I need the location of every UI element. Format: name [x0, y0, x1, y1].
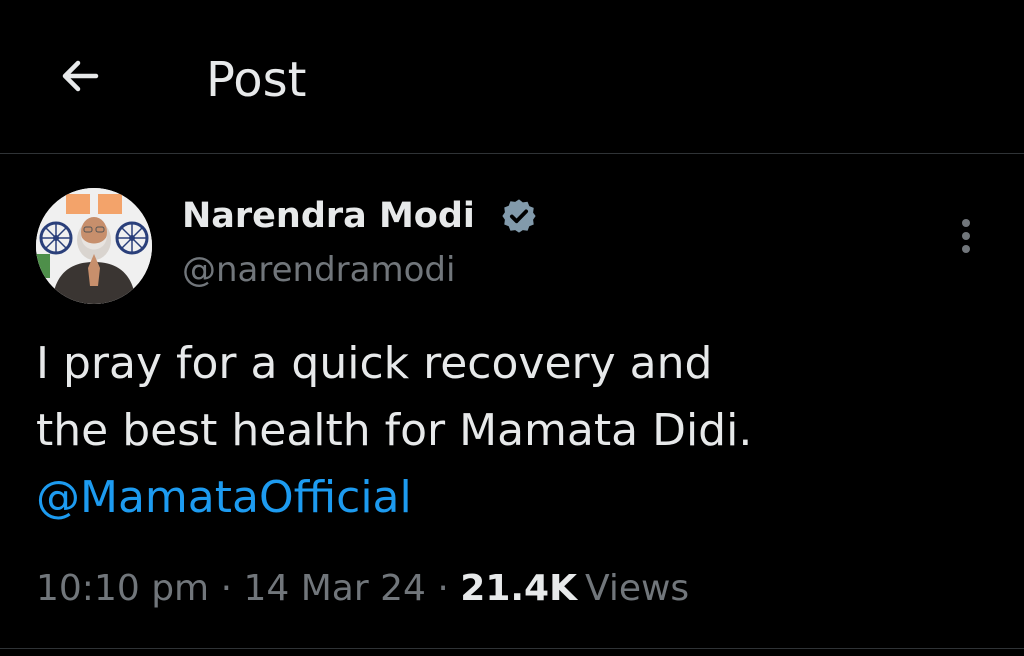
- more-vertical-icon: [962, 245, 970, 253]
- post-text: I pray for a quick recovery and the best…: [36, 330, 996, 531]
- avatar[interactable]: [36, 188, 152, 304]
- more-vertical-icon: [962, 219, 970, 227]
- profile-photo: [36, 188, 152, 304]
- more-options-button[interactable]: [944, 212, 988, 260]
- mention-link[interactable]: @MamataOfficial: [36, 464, 996, 531]
- top-bar: Post: [0, 0, 1024, 154]
- arrow-left-icon: [62, 60, 99, 92]
- post-text-line: the best health for Mamata Didi.: [36, 405, 753, 456]
- post-metadata: 10:10 pm · 14 Mar 24 · 21.4K Views: [36, 562, 689, 616]
- separator: ·: [220, 568, 233, 609]
- page-title: Post: [206, 52, 307, 108]
- post-time[interactable]: 10:10 pm: [36, 568, 209, 609]
- divider: [0, 648, 1024, 649]
- back-button[interactable]: [44, 44, 116, 108]
- post-text-line: I pray for a quick recovery and: [36, 338, 713, 389]
- separator: ·: [437, 568, 449, 609]
- verified-badge-icon: [502, 199, 536, 233]
- more-vertical-icon: [962, 232, 970, 240]
- author-display-name[interactable]: Narendra Modi: [182, 190, 475, 242]
- views-label: Views: [584, 568, 690, 609]
- views-count: 21.4K: [460, 568, 577, 609]
- post-date[interactable]: 14 Mar 24: [243, 568, 425, 609]
- author-handle[interactable]: @narendramodi: [182, 246, 455, 294]
